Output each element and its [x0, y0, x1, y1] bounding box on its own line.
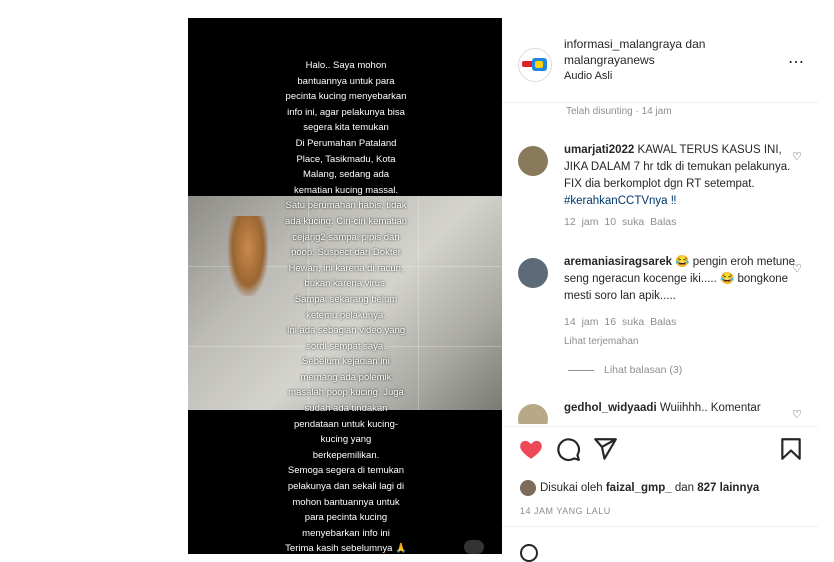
comment-hashtag[interactable]: #kerahkanCCTVnya ‼	[564, 195, 677, 207]
heart-icon[interactable]: ♡	[792, 408, 802, 421]
view-replies-link[interactable]: Lihat balasan (3)	[568, 364, 682, 376]
likes-prefix: Disukai oleh	[540, 482, 606, 495]
owner-username-link[interactable]: informasi_malangraya	[564, 37, 682, 51]
comment-username[interactable]: aremaniasiragsarek	[564, 256, 672, 268]
overlay-line: pelakunya dan sekali lagi di	[287, 481, 405, 493]
comment-item: gedhol_widyaadi Wuiihhh.. Komentar ♡	[518, 400, 802, 424]
overlay-line: poop. Suspect dari Dokter	[291, 247, 401, 259]
overlay-line: para pecinta kucing	[304, 512, 388, 524]
overlay-line: Place, Tasikmadu, Kota	[296, 153, 396, 165]
overlay-line: masalah poop kucing. Juga	[288, 387, 404, 399]
post-media[interactable]: Halo.. Saya mohon bantuannya untuk para pe…	[188, 18, 502, 554]
comment-box-divider	[502, 526, 818, 527]
avatar[interactable]	[518, 258, 548, 288]
emoji-icon[interactable]	[520, 544, 538, 562]
comment-meta[interactable]: 14 jam 16 suka Balas	[564, 316, 676, 328]
overlay-line: kucing yang	[320, 434, 372, 446]
overlay-line: Ini ada sebagian video yang	[286, 325, 406, 337]
caption-edited-meta: Telah disunting · 14 jam	[566, 106, 672, 117]
owner-names: informasi_malangraya dan malangrayanews	[564, 36, 784, 68]
overlay-line: segera kita temukan	[303, 122, 389, 134]
actions-divider	[502, 426, 818, 427]
replies-divider	[568, 369, 594, 371]
comment-item: umarjati2022 KAWAL TERUS KASUS INI, JIKA…	[518, 142, 802, 232]
post-details-panel: informasi_malangraya dan malangrayanews …	[502, 18, 818, 562]
overlay-line: memang ada polemik	[300, 371, 392, 383]
likes-summary: Disukai oleh faizal_gmp_ dan 827 lainnya	[520, 480, 759, 496]
comment-body: umarjati2022 KAWAL TERUS KASUS INI, JIKA…	[564, 142, 796, 210]
avatar[interactable]	[518, 48, 552, 82]
avatar[interactable]	[520, 480, 536, 496]
comment-username[interactable]: umarjati2022	[564, 144, 634, 156]
overlay-line: ketemu pelakunya.	[306, 309, 386, 321]
overlay-line: Satu perumahan habis, tidak	[285, 200, 407, 212]
view-replies-label: Lihat balasan (3)	[604, 364, 683, 376]
comment-text: Wuiihhh.. Komentar	[656, 402, 761, 414]
overlay-line: Di Perumahan Pataland	[295, 137, 397, 149]
comment-body: aremaniasiragsarek 😂 pengin eroh metune …	[564, 254, 796, 305]
more-icon[interactable]: ⋯	[788, 52, 805, 72]
overlay-line: pecinta kucing menyebarkan	[285, 91, 407, 103]
video-caption-overlay: Halo.. Saya mohon bantuannya untuk para pe…	[256, 58, 436, 554]
overlay-line: info ini, agar pelakunya bisa	[287, 106, 405, 118]
coauthor-username-link[interactable]: malangrayanews	[564, 53, 655, 67]
comment-body: gedhol_widyaadi Wuiihhh.. Komentar	[564, 400, 796, 417]
post-header: informasi_malangraya dan malangrayanews …	[502, 18, 818, 103]
see-translation-link[interactable]: Lihat terjemahan	[564, 336, 639, 347]
overlay-line: sudah ada tindakan	[304, 403, 388, 415]
overlay-line: pendataan untuk kucing-	[293, 418, 399, 430]
likes-count-link[interactable]: 827 lainnya	[697, 482, 759, 494]
audio-label[interactable]: Audio Asli	[564, 70, 612, 82]
overlay-line: Hewan, ini karena di racun,	[288, 262, 404, 274]
overlay-line: Sebelum kejadian ini	[302, 356, 390, 368]
likes-user-link[interactable]: faizal_gmp_	[606, 482, 672, 494]
overlay-line: cejang2 sampai pipis dan	[292, 231, 400, 243]
page-backdrop-right	[818, 0, 834, 554]
overlay-line: kematian kucing massal.	[293, 184, 399, 196]
overlay-line: Malang, sedang ada	[302, 169, 390, 181]
share-icon[interactable]	[592, 436, 618, 462]
avatar[interactable]	[518, 146, 548, 176]
audio-toggle-icon[interactable]	[464, 540, 484, 554]
overlay-line: bukan karena virus.	[304, 278, 388, 290]
overlay-line: Semoga segera di temukan	[287, 465, 405, 477]
overlay-line: menyebarkan info ini	[302, 527, 390, 539]
like-heart-icon[interactable]	[518, 436, 544, 462]
overlay-line: Sampai sekarang belum	[294, 293, 398, 305]
bookmark-icon[interactable]	[778, 436, 804, 462]
likes-suffix: dan	[671, 482, 698, 495]
comment-icon[interactable]	[555, 436, 581, 462]
overlay-line: berkepemilikan.	[312, 449, 380, 461]
comment-meta[interactable]: 12 jam 10 suka Balas	[564, 216, 676, 228]
avatar[interactable]	[518, 404, 548, 424]
post-date[interactable]: 14 JAM YANG LALU	[520, 506, 611, 516]
overlay-line: Halo.. Saya mohon	[305, 60, 387, 71]
page-backdrop-left	[0, 0, 188, 554]
overlay-line: bantuannya untuk para	[297, 75, 395, 87]
overlay-line: ada kucing. Ciri-ciri kematian	[285, 215, 407, 227]
overlay-line: sordi sempat saya.	[306, 340, 386, 352]
overlay-line: Terima kasih sebelumnya 🙏	[285, 543, 407, 554]
heart-icon[interactable]: ♡	[792, 150, 802, 163]
overlay-line: mohon bantuannya untuk	[292, 496, 400, 508]
logo-yellow-shape	[535, 61, 543, 68]
and-word: dan	[682, 37, 706, 51]
comment-username[interactable]: gedhol_widyaadi	[564, 402, 657, 414]
heart-icon[interactable]: ♡	[792, 262, 802, 275]
comment-item: aremaniasiragsarek 😂 pengin eroh metune …	[518, 254, 802, 354]
